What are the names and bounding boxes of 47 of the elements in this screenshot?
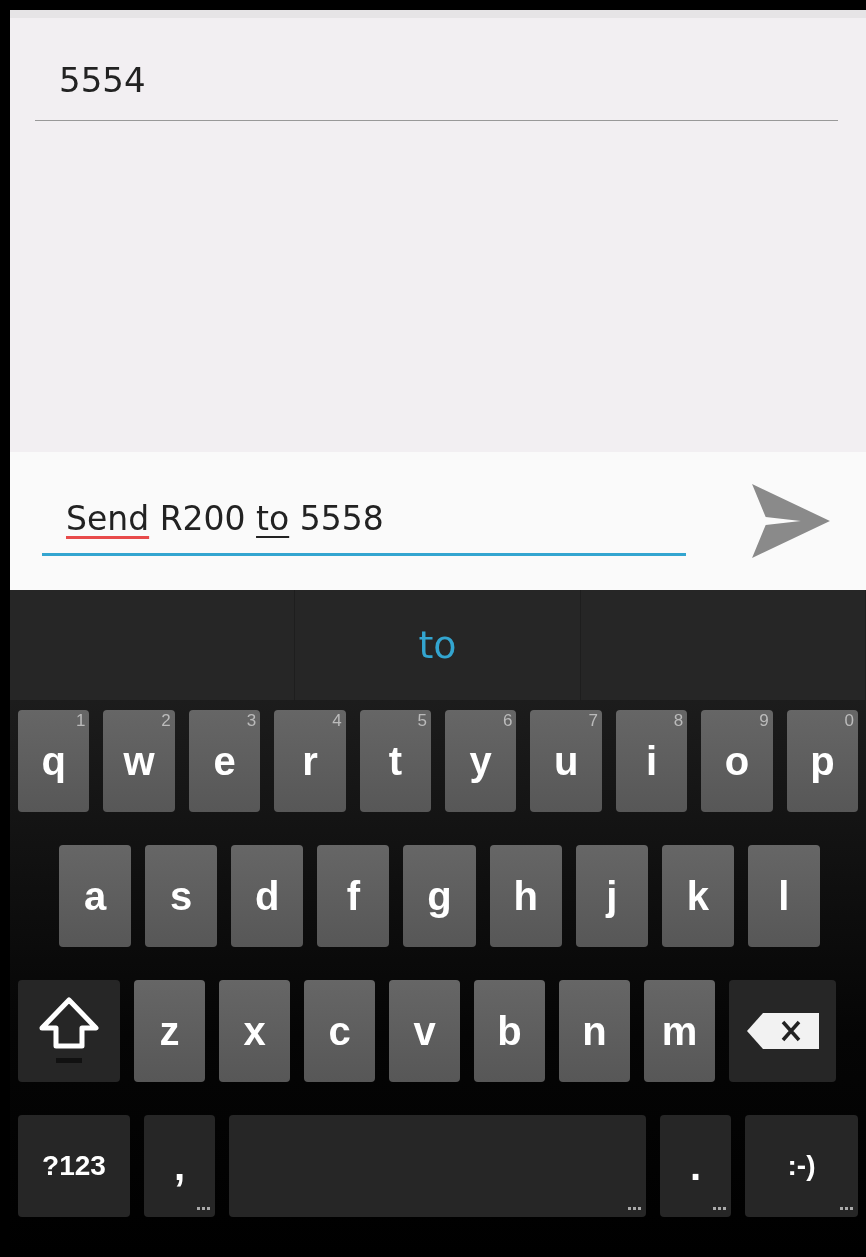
key[interactable]: 8 i bbox=[615, 710, 688, 812]
key[interactable]: a bbox=[59, 845, 132, 947]
key[interactable]: 6 y bbox=[445, 710, 517, 812]
key[interactable]: z bbox=[134, 980, 205, 1082]
key[interactable]: 5 t bbox=[359, 710, 432, 812]
suggestion[interactable]: to bbox=[418, 623, 457, 667]
key[interactable]: n bbox=[559, 980, 630, 1082]
key[interactable]: 0 p bbox=[786, 710, 859, 812]
key[interactable]: b bbox=[474, 980, 545, 1082]
key[interactable]: :-) bbox=[745, 1115, 858, 1217]
key-hint: 9 bbox=[759, 712, 769, 729]
key[interactable]: m bbox=[644, 980, 715, 1082]
key[interactable]: s bbox=[145, 845, 218, 947]
key[interactable]: f bbox=[317, 845, 390, 947]
key-hint: 2 bbox=[161, 712, 171, 729]
key[interactable]: 2 w bbox=[103, 710, 175, 812]
recipient-field[interactable]: 5554 bbox=[35, 60, 838, 121]
key[interactable]: d bbox=[231, 845, 304, 947]
send-icon[interactable] bbox=[752, 484, 830, 558]
key[interactable]: c bbox=[304, 980, 375, 1082]
shift-key[interactable] bbox=[18, 980, 120, 1082]
key-hint: 5 bbox=[417, 712, 428, 729]
key[interactable]: j bbox=[575, 845, 648, 947]
key[interactable]: 9 o bbox=[701, 710, 773, 812]
key-hint: 4 bbox=[332, 712, 342, 729]
key[interactable]: x bbox=[219, 980, 290, 1082]
key[interactable]: h bbox=[489, 845, 562, 947]
key[interactable]: 7 u bbox=[530, 710, 602, 812]
shift-icon bbox=[38, 996, 100, 1066]
key[interactable]: 4 r bbox=[274, 710, 346, 812]
backspace-key[interactable] bbox=[729, 980, 836, 1082]
key-hint: 8 bbox=[673, 712, 684, 729]
key[interactable]: 3 e bbox=[188, 710, 261, 812]
key[interactable]: . bbox=[660, 1115, 731, 1217]
key[interactable]: v bbox=[389, 980, 460, 1082]
key[interactable]: 1 q bbox=[18, 710, 90, 812]
key[interactable]: ?123 bbox=[18, 1115, 130, 1217]
key-hint: 0 bbox=[844, 712, 855, 729]
key[interactable]: l bbox=[747, 845, 820, 947]
key[interactable]: g bbox=[403, 845, 476, 947]
key-hint: 3 bbox=[246, 712, 257, 729]
key[interactable]: k bbox=[661, 845, 734, 947]
key[interactable]: , bbox=[144, 1115, 215, 1217]
key-hint: 6 bbox=[502, 712, 513, 729]
key-hint: 7 bbox=[588, 712, 598, 729]
backspace-icon bbox=[746, 1013, 819, 1049]
key-hint: 1 bbox=[75, 712, 86, 729]
